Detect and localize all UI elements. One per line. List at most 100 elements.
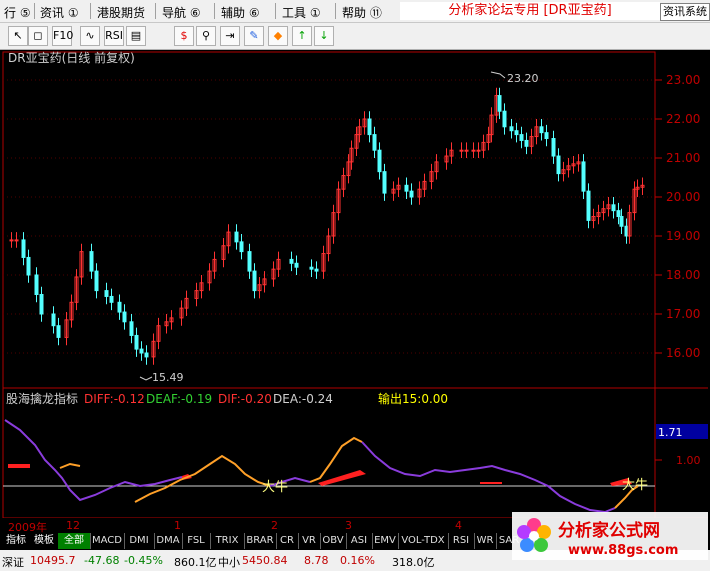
tab-2[interactable]: 全部 <box>58 533 91 549</box>
site-watermark-logo: 分析家公式网 www.88gs.com <box>512 512 708 560</box>
candle-body <box>404 184 409 192</box>
watermark-brand: 分析家公式网 <box>558 520 660 541</box>
high-label: 23.20 <box>507 72 539 85</box>
sme-label: 中小 <box>218 556 240 569</box>
tab-12[interactable]: ASI <box>346 533 373 549</box>
link-icon[interactable]: ⚲ <box>196 26 216 46</box>
candle-body <box>616 210 621 217</box>
tab-10[interactable]: VR <box>298 533 321 549</box>
candle-body <box>34 274 39 295</box>
tab-3[interactable]: MACD <box>90 533 125 549</box>
dollar-icon[interactable]: $ <box>174 26 194 46</box>
candle-body <box>56 325 61 338</box>
menu-item-assist[interactable]: 辅助 ⑥ <box>221 4 260 21</box>
date-label: 1 <box>174 519 181 532</box>
diamond-icon[interactable]: ◆ <box>268 26 288 46</box>
menu-item-news[interactable]: 资讯 ① <box>40 4 79 21</box>
watermark-url: www.88gs.com <box>568 543 678 558</box>
sme-value: 5450.84 <box>242 554 288 567</box>
date-label: 2 <box>271 519 278 532</box>
tab-13[interactable]: EMV <box>372 533 399 549</box>
candle-body <box>367 118 372 136</box>
candle-body <box>502 110 507 128</box>
tab-9[interactable]: CR <box>276 533 299 549</box>
y-tick-label: 20.00 <box>666 190 700 204</box>
menu-item-hk-futures[interactable]: 港股期货 <box>97 4 145 21</box>
kline-chart[interactable]: 23.00 22.00 21.00 20.00 19.00 18.00 17.00 16.00… <box>0 50 710 518</box>
candle-body <box>117 301 122 313</box>
tab-15[interactable]: RSI <box>448 533 475 549</box>
candle-body <box>51 313 56 327</box>
pointer-icon[interactable]: ↖ <box>8 26 28 46</box>
candle-body <box>551 138 556 157</box>
f10-icon[interactable]: F10 <box>52 26 73 46</box>
export-icon[interactable]: ⇥ <box>220 26 240 46</box>
chart-icon[interactable]: ∿ <box>80 26 100 46</box>
zoom-icon[interactable]: ◻ <box>28 26 48 46</box>
menu-item-trade[interactable]: 行 ⑤ <box>4 4 31 21</box>
date-label: 4 <box>455 519 462 532</box>
pencil-icon[interactable]: ✎ <box>244 26 264 46</box>
y-tick-label: 16.00 <box>666 346 700 360</box>
candle-body <box>109 295 114 303</box>
toolbar: ↖ ◻ F10 ∿ RSI ▤ $ ⚲ ⇥ ✎ ◆ ↑ ↓ <box>0 23 710 50</box>
chart-title: DR亚宝药(日线 前复权) <box>8 50 135 65</box>
candle-body <box>309 266 314 270</box>
candle-body <box>247 251 252 272</box>
menu-separator <box>155 3 156 19</box>
tab-7[interactable]: TRIX <box>210 533 245 549</box>
menu-item-help[interactable]: 帮助 ⑪ <box>342 4 382 21</box>
index-value: 10495.7 <box>30 554 76 567</box>
table-icon[interactable]: ▤ <box>126 26 146 46</box>
candle-body <box>509 126 514 132</box>
indicator-highlight-label: 1.71 <box>658 426 683 439</box>
y-tick-label: 19.00 <box>666 229 700 243</box>
y-tick-label: 18.00 <box>666 268 700 282</box>
indicator-dif: DIF:-0.20 <box>218 392 272 406</box>
tab-16[interactable]: WR <box>474 533 497 549</box>
list-icon[interactable]: RSI <box>104 26 124 46</box>
candle-body <box>377 149 382 173</box>
tab-11[interactable]: OBV <box>320 533 347 549</box>
indicator-output: 输出15:0.00 <box>378 391 448 406</box>
index-name: 深证 <box>2 556 24 569</box>
menu-bar: 行 ⑤ 资讯 ① 港股期货 导航 ⑥ 辅助 ⑥ 工具 ① 帮助 ⑪ 分析家论坛专… <box>0 0 710 23</box>
tab-5[interactable]: DMA <box>154 533 183 549</box>
menu-separator <box>34 3 35 19</box>
y-tick-label: 17.00 <box>666 307 700 321</box>
candle-body <box>134 334 139 350</box>
sme-change: 8.78 <box>304 554 329 567</box>
indicator-diff: DIFF:-0.12 <box>84 392 145 406</box>
indicator-y-label: 1.00 <box>676 454 701 467</box>
candle-body <box>544 132 549 140</box>
tab-4[interactable]: DMI <box>124 533 155 549</box>
candle-body <box>294 262 299 268</box>
y-tick-label: 22.00 <box>666 112 700 126</box>
candle-body <box>497 95 502 112</box>
news-system-button[interactable]: 资讯系统 <box>660 3 710 21</box>
candle-body <box>409 190 414 198</box>
tab-14[interactable]: VOL-TDX <box>398 533 449 549</box>
menu-item-tools[interactable]: 工具 ① <box>282 4 321 21</box>
candle-body <box>459 149 464 152</box>
candle-body <box>14 239 19 242</box>
menu-item-navigate[interactable]: 导航 ⑥ <box>162 4 201 21</box>
up-arrow-icon[interactable]: ↑ <box>292 26 312 46</box>
candle-body <box>94 270 99 292</box>
y-tick-label: 23.00 <box>666 73 700 87</box>
tab-0[interactable]: 指标 <box>2 533 31 549</box>
bull-signal-label-1: 大牛 <box>262 480 288 495</box>
tab-8[interactable]: BRAR <box>244 533 277 549</box>
sme-pct: 0.16% <box>340 554 375 567</box>
tab-6[interactable]: FSL <box>182 533 211 549</box>
down-arrow-icon[interactable]: ↓ <box>314 26 334 46</box>
tab-1[interactable]: 模板 <box>30 533 59 549</box>
candle-body <box>524 139 529 147</box>
candle-body <box>464 149 469 152</box>
candle-body <box>89 251 94 272</box>
candle-body <box>239 241 244 253</box>
bull-signal-label-2: 大牛 <box>622 478 648 493</box>
candle-body <box>586 190 591 221</box>
candle-body <box>476 149 481 152</box>
indicator-name: 股海擒龙指标 <box>6 391 78 406</box>
